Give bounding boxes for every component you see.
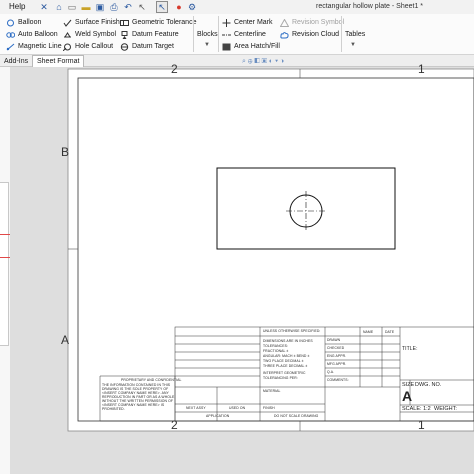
title-bar: Help ✕ ⌂ ▭ ▬ ▣ ⎙ ↶ ↖ ↖ ● ⚙ rectangular h…: [0, 0, 474, 14]
datum-target-icon: [120, 42, 129, 51]
unless-specified-text: UNLESS OTHERWISE SPECIFIED:: [263, 329, 321, 333]
hole-callout-icon: [63, 43, 72, 51]
mfg-appr-label: MFG APPR.: [327, 362, 347, 366]
weld-symbol-icon: [63, 31, 72, 39]
title-label: TITLE:: [402, 346, 418, 352]
centerline-icon: [222, 31, 231, 39]
tab-add-ins[interactable]: Add-Ins: [0, 55, 32, 67]
checked-label: CHECKED: [327, 346, 345, 350]
name-header: NAME: [363, 330, 374, 334]
drawn-label: DRAWN: [327, 338, 341, 342]
ribbon-separator: [193, 16, 194, 52]
geometric-tolerance-icon: [120, 19, 129, 27]
select-icon[interactable]: ↖: [156, 1, 168, 13]
datum-feature-icon: [120, 30, 129, 39]
pin-icon[interactable]: ✕: [38, 1, 50, 13]
scale-label: SCALE: 1:2: [402, 406, 431, 412]
proprietary-line: PROHIBITED.: [102, 407, 125, 411]
centerline-button[interactable]: Centerline: [222, 29, 266, 40]
zone-label-bottom-2: 2: [171, 418, 178, 432]
dwg-no-label: DWG. NO.: [415, 382, 442, 388]
window-title: rectangular hollow plate - Sheet1 *: [316, 3, 424, 10]
ribbon-separator: [341, 16, 342, 52]
used-on-label: USED ON: [229, 406, 246, 410]
auto-balloon-icon: [6, 31, 15, 39]
dim-line: TOLERANCES:: [263, 344, 288, 348]
revision-cloud-icon: [280, 31, 289, 39]
application-label: APPLICATION: [206, 414, 230, 418]
save-icon[interactable]: ▣: [94, 1, 106, 13]
comments-label: COMMENTS:: [327, 378, 349, 382]
chevron-down-icon[interactable]: ▼: [204, 42, 210, 48]
feature-manager-panel[interactable]: [0, 67, 15, 474]
area-hatch-button[interactable]: Area Hatch/Fill: [222, 41, 280, 52]
new-document-icon[interactable]: ▭: [66, 1, 78, 13]
print-icon[interactable]: ⎙: [108, 1, 120, 13]
next-assy-label: NEXT ASSY: [186, 406, 206, 410]
center-mark-icon: [222, 18, 231, 27]
revision-symbol-button[interactable]: Revision Symbol: [280, 17, 344, 28]
weld-symbol-button[interactable]: Weld Symbol: [63, 29, 116, 40]
open-folder-icon[interactable]: ▬: [80, 1, 92, 13]
tab-sheet-format[interactable]: Sheet Format: [32, 55, 85, 67]
magnetic-line-button[interactable]: Magnetic Line: [6, 41, 62, 52]
menu-help[interactable]: Help: [9, 2, 25, 11]
center-mark-button[interactable]: Center Mark: [222, 17, 273, 28]
dim-line: ANGULAR: MACH ± BEND ±: [263, 354, 310, 358]
finish-label: FINISH: [263, 406, 275, 410]
do-not-scale-label: DO NOT SCALE DRAWING: [274, 414, 319, 418]
weight-label: WEIGHT:: [434, 406, 457, 412]
options-gear-icon[interactable]: ⚙: [186, 1, 198, 13]
magnetic-line-icon: [6, 43, 15, 51]
surface-finish-icon: [63, 19, 72, 27]
zone-label-bottom-1: 1: [418, 418, 425, 432]
tables-button[interactable]: Tables: [345, 29, 365, 40]
geometric-tolerance-button[interactable]: Geometric Tolerance: [120, 17, 196, 28]
cursor-select-icon[interactable]: ↖: [136, 1, 148, 13]
material-label: MATERIAL: [263, 389, 281, 393]
view-toolbar[interactable]: ⌕ ⊕ ◧ ▣ ◐ ▾ ◑: [242, 58, 284, 66]
zone-label-left-a: A: [61, 333, 70, 347]
zone-label-top-2: 2: [171, 62, 178, 76]
eng-appr-label: ENG APPR.: [327, 354, 347, 358]
traffic-light-icon[interactable]: ●: [174, 1, 184, 13]
auto-balloon-button[interactable]: Auto Balloon: [6, 29, 58, 40]
balloon-button[interactable]: Balloon: [6, 17, 41, 28]
interpret-line: TOLERANCING PER:: [263, 376, 298, 380]
chevron-down-icon[interactable]: ▼: [350, 42, 356, 48]
drawing-sheet-area[interactable]: ⌕ ⊕ ◧ ▣ ◐ ▾ ◑ 2 1 2 1 B A UNLESS OTHERWI…: [10, 58, 474, 474]
area-hatch-icon: [222, 43, 231, 51]
surface-finish-button[interactable]: Surface Finish: [63, 17, 120, 28]
size-value: A: [402, 388, 413, 404]
dim-line: TWO PLACE DECIMAL ±: [263, 359, 304, 363]
interpret-line: INTERPRET GEOMETRIC: [263, 371, 306, 375]
blocks-button[interactable]: Blocks: [197, 29, 218, 40]
datum-feature-button[interactable]: Datum Feature: [120, 29, 179, 40]
home-icon[interactable]: ⌂: [53, 1, 65, 13]
revision-cloud-button[interactable]: Revision Cloud: [280, 29, 339, 40]
date-header: DATE: [385, 330, 395, 334]
feature-tree[interactable]: [0, 182, 9, 346]
balloon-icon: [6, 19, 15, 27]
proprietary-heading: PROPRIETARY AND CONFIDENTIAL: [121, 378, 182, 382]
dim-line: THREE PLACE DECIMAL ±: [263, 364, 308, 368]
zone-label-top-1: 1: [418, 62, 425, 76]
undo-icon[interactable]: ↶: [122, 1, 134, 13]
zone-label-left-b: B: [61, 145, 70, 159]
drawing-canvas: [67, 68, 474, 432]
ribbon-separator: [218, 16, 219, 52]
hole-callout-button[interactable]: Hole Callout: [63, 41, 113, 52]
qa-label: Q.A.: [327, 370, 335, 374]
annotation-ribbon: Balloon Auto Balloon Magnetic Line Surfa…: [0, 14, 474, 55]
dim-line: DIMENSIONS ARE IN INCHES: [263, 339, 313, 343]
dim-line: FRACTIONAL ±: [263, 349, 289, 353]
command-tabs: Add-Ins Sheet Format: [0, 55, 474, 67]
datum-target-button[interactable]: Datum Target: [120, 41, 174, 52]
revision-symbol-icon: [280, 18, 289, 27]
